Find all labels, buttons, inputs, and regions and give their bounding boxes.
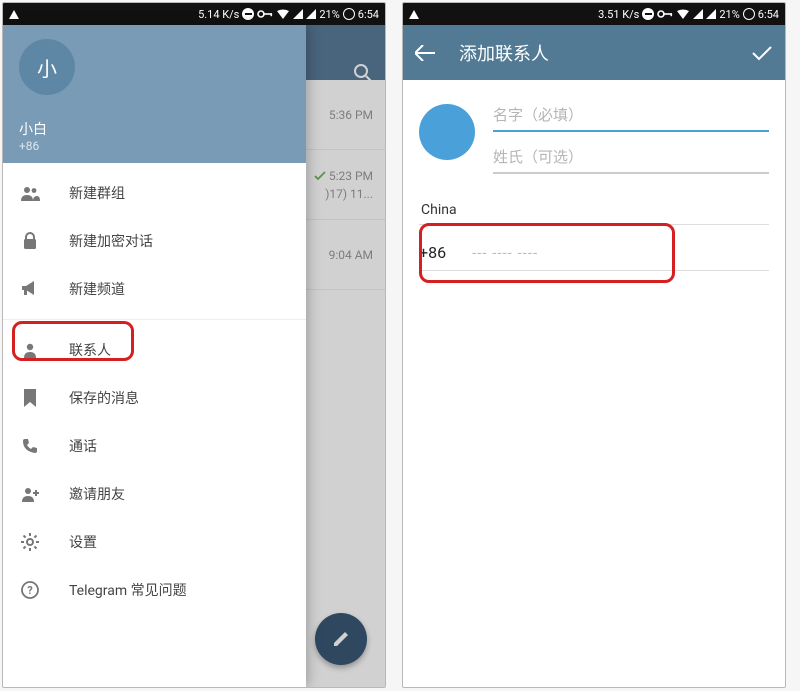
menu-label: 新建群组 (69, 183, 125, 203)
megaphone-icon (19, 281, 41, 297)
menu-item-calls[interactable]: 通话 (3, 422, 306, 470)
avatar-initial: 小 (37, 53, 57, 82)
phone-drawer-screen: 5.14 K/s 21% 6:54 5:36 PM 5:23 PM ) (2, 2, 386, 688)
user-name: 小白 (19, 119, 290, 139)
add-contact-appbar: 添加联系人 (403, 25, 785, 80)
menu-label: 新建频道 (69, 279, 125, 299)
menu-label: 通话 (69, 436, 97, 456)
last-name-input[interactable] (493, 142, 769, 174)
gear-icon (19, 533, 41, 551)
back-button[interactable] (415, 45, 435, 61)
menu-item-settings[interactable]: 设置 (3, 518, 306, 566)
confirm-button[interactable] (751, 45, 773, 61)
drawer-menu: 新建群组 新建加密对话 新建频道 联系人 保存的消息 (3, 163, 306, 620)
person-icon (19, 342, 41, 358)
menu-label: 设置 (69, 532, 97, 552)
user-phone: +86 (19, 139, 290, 153)
menu-label: 联系人 (69, 340, 111, 360)
menu-item-invite-friends[interactable]: 邀请朋友 (3, 470, 306, 518)
navigation-drawer: 小 小白 +86 新建群组 新建加密对话 新建频道 (3, 25, 306, 687)
dnd-icon (242, 8, 254, 20)
add-contact-body: China +86 --- ---- ---- (403, 80, 785, 291)
phone-add-contact-screen: 3.51 K/s 21% 6:54 添加联系人 (402, 2, 786, 688)
menu-item-contacts[interactable]: 联系人 (3, 326, 306, 374)
phone-icon (19, 438, 41, 454)
clock-time: 6:54 (358, 8, 379, 21)
menu-item-new-secret-chat[interactable]: 新建加密对话 (3, 217, 306, 265)
group-icon (19, 185, 41, 201)
phone-input-row[interactable]: +86 --- ---- ---- (419, 243, 769, 271)
battery-icon (743, 8, 755, 20)
menu-item-new-channel[interactable]: 新建频道 (3, 265, 306, 313)
menu-item-faq[interactable]: ? Telegram 常见问题 (3, 566, 306, 614)
menu-separator (3, 319, 306, 320)
invite-icon (19, 486, 41, 502)
net-speed: 5.14 K/s (198, 8, 239, 21)
warning-icon (9, 10, 19, 19)
country-label: China (421, 202, 457, 218)
dnd-icon (642, 8, 654, 20)
menu-label: Telegram 常见问题 (69, 580, 187, 600)
help-icon: ? (19, 581, 41, 599)
signal-icon-2 (306, 9, 316, 19)
warning-icon (409, 10, 419, 19)
contact-avatar-placeholder[interactable] (419, 104, 475, 160)
svg-text:?: ? (27, 584, 33, 597)
user-avatar[interactable]: 小 (19, 39, 75, 95)
vpn-key-icon (257, 9, 273, 19)
signal-icon (293, 9, 303, 19)
phone-number-placeholder[interactable]: --- ---- ---- (472, 244, 538, 262)
vpn-key-icon (657, 9, 673, 19)
battery-percent: 21% (719, 8, 739, 21)
signal-icon-2 (706, 9, 716, 19)
menu-label: 邀请朋友 (69, 484, 125, 504)
menu-label: 新建加密对话 (69, 231, 153, 251)
signal-icon (693, 9, 703, 19)
menu-label: 保存的消息 (69, 388, 139, 408)
wifi-icon (276, 9, 290, 20)
wifi-icon (676, 9, 690, 20)
status-bar: 3.51 K/s 21% 6:54 (403, 3, 785, 25)
arrow-left-icon (415, 45, 435, 61)
lock-icon (19, 232, 41, 250)
bookmark-icon (19, 389, 41, 407)
appbar-title: 添加联系人 (459, 40, 727, 66)
menu-item-new-group[interactable]: 新建群组 (3, 169, 306, 217)
battery-percent: 21% (319, 8, 339, 21)
status-bar: 5.14 K/s 21% 6:54 (3, 3, 385, 25)
check-icon (751, 45, 773, 61)
clock-time: 6:54 (758, 8, 779, 21)
country-code[interactable]: +86 (419, 243, 446, 262)
battery-icon (343, 8, 355, 20)
country-selector[interactable]: China (419, 202, 769, 225)
drawer-header: 小 小白 +86 (3, 25, 306, 163)
menu-item-saved-messages[interactable]: 保存的消息 (3, 374, 306, 422)
first-name-input[interactable] (493, 100, 769, 132)
net-speed: 3.51 K/s (598, 8, 639, 21)
